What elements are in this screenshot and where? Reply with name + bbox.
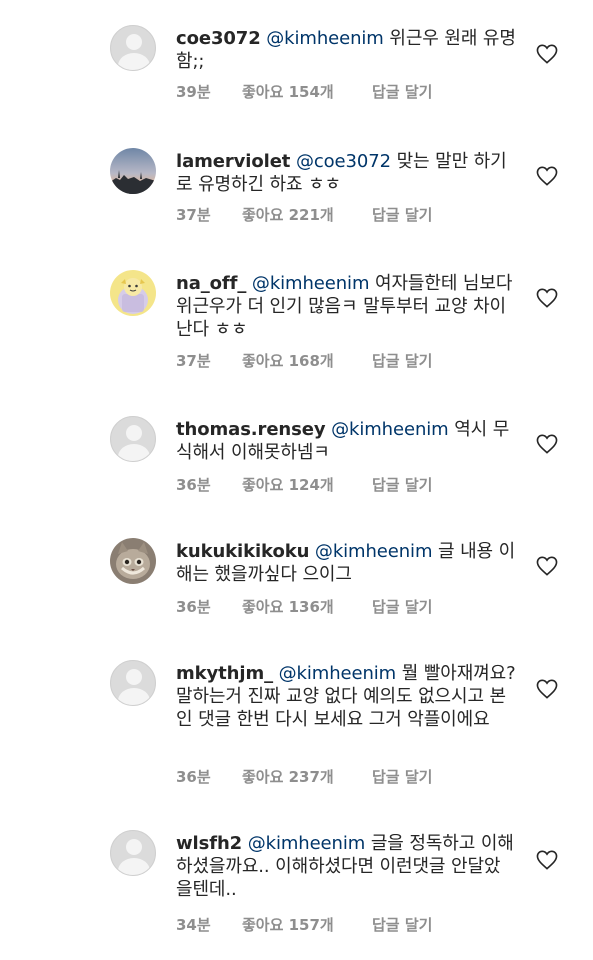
sunset-photo-avatar[interactable] — [110, 148, 156, 194]
reply-button[interactable]: 답글 달기 — [372, 596, 432, 617]
comment-likes[interactable]: 좋아요 154개 — [242, 81, 372, 102]
heart-icon[interactable] — [536, 166, 558, 186]
comment-meta: 36분 좋아요 237개 답글 달기 — [176, 766, 432, 787]
comment-time[interactable]: 36분 — [176, 474, 242, 495]
comment-username[interactable]: lamerviolet — [176, 151, 290, 172]
comment-mention[interactable]: @kimheenim — [331, 419, 449, 440]
comment-meta: 36분 좋아요 136개 답글 달기 — [176, 596, 432, 617]
comment-likes[interactable]: 좋아요 168개 — [242, 350, 372, 371]
comment-meta: 37분 좋아요 221개 답글 달기 — [176, 204, 432, 225]
comment-time[interactable]: 37분 — [176, 350, 242, 371]
default-avatar-icon[interactable] — [110, 25, 156, 71]
comment-mention[interactable]: @coe3072 — [296, 151, 391, 172]
default-avatar-icon[interactable] — [110, 416, 156, 462]
comment-text: na_off_ @kimheenim 여자들한테 님보다 위근우가 더 인기 많… — [176, 272, 516, 341]
comment-mention[interactable]: @kimheenim — [279, 663, 397, 684]
comment-text: thomas.rensey @kimheenim 역시 무식해서 이해못하넴ㅋ — [176, 418, 516, 464]
comment-text: kukukikikoku @kimheenim 글 내용 이해는 했을까싶다 으… — [176, 540, 516, 586]
comment-mention[interactable]: @kimheenim — [266, 28, 384, 49]
comment-likes[interactable]: 좋아요 136개 — [242, 596, 372, 617]
comment-thread: coe3072 @kimheenim 위근우 원래 유명함;; 39분 좋아요 1… — [0, 0, 593, 960]
default-avatar-icon[interactable] — [110, 660, 156, 706]
heart-icon[interactable] — [536, 44, 558, 64]
comment-likes[interactable]: 좋아요 237개 — [242, 766, 372, 787]
comment-time[interactable]: 36분 — [176, 596, 242, 617]
reply-button[interactable]: 답글 달기 — [372, 204, 432, 225]
comment-time[interactable]: 37분 — [176, 204, 242, 225]
heart-icon[interactable] — [536, 434, 558, 454]
cat-photo-avatar[interactable] — [110, 538, 156, 584]
comment-meta: 36분 좋아요 124개 답글 달기 — [176, 474, 432, 495]
comment-mention[interactable]: @kimheenim — [248, 833, 366, 854]
comment-meta: 39분 좋아요 154개 답글 달기 — [176, 81, 432, 102]
cartoon-character-avatar[interactable] — [110, 270, 156, 316]
comment-likes[interactable]: 좋아요 157개 — [242, 914, 372, 935]
heart-icon[interactable] — [536, 850, 558, 870]
comment-time[interactable]: 39분 — [176, 81, 242, 102]
comment-text: lamerviolet @coe3072 맞는 말만 하기로 유명하긴 하죠 ㅎ… — [176, 150, 516, 196]
comment-text: coe3072 @kimheenim 위근우 원래 유명함;; — [176, 27, 516, 73]
comment-username[interactable]: kukukikikoku — [176, 541, 309, 562]
comment-mention[interactable]: @kimheenim — [315, 541, 433, 562]
comment-mention[interactable]: @kimheenim — [252, 273, 370, 294]
default-avatar-icon[interactable] — [110, 830, 156, 876]
reply-button[interactable]: 답글 달기 — [372, 350, 432, 371]
reply-button[interactable]: 답글 달기 — [372, 914, 432, 935]
heart-icon[interactable] — [536, 556, 558, 576]
comment-likes[interactable]: 좋아요 124개 — [242, 474, 372, 495]
comment-time[interactable]: 34분 — [176, 914, 242, 935]
reply-button[interactable]: 답글 달기 — [372, 474, 432, 495]
comment-text: mkythjm_ @kimheenim 뭘 빨아재껴요? 말하는거 진짜 교양 … — [176, 662, 516, 731]
comment-username[interactable]: thomas.rensey — [176, 419, 326, 440]
heart-icon[interactable] — [536, 679, 558, 699]
heart-icon[interactable] — [536, 288, 558, 308]
comment-username[interactable]: na_off_ — [176, 273, 246, 294]
comment-username[interactable]: coe3072 — [176, 28, 261, 49]
comment-likes[interactable]: 좋아요 221개 — [242, 204, 372, 225]
comment-username[interactable]: wlsfh2 — [176, 833, 242, 854]
comment-time[interactable]: 36분 — [176, 766, 242, 787]
comment-username[interactable]: mkythjm_ — [176, 663, 273, 684]
comment-text: wlsfh2 @kimheenim 글을 정독하고 이해하셨을까요.. 이해하셨… — [176, 832, 516, 901]
comment-meta: 34분 좋아요 157개 답글 달기 — [176, 914, 432, 935]
reply-button[interactable]: 답글 달기 — [372, 81, 432, 102]
comment-meta: 37분 좋아요 168개 답글 달기 — [176, 350, 432, 371]
reply-button[interactable]: 답글 달기 — [372, 766, 432, 787]
